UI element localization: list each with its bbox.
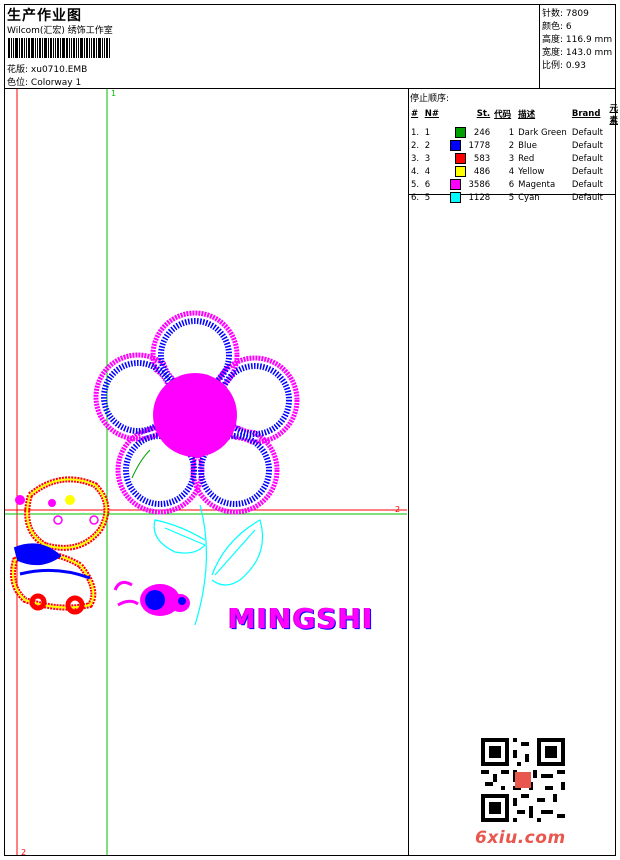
axis-label-bottom: 2	[21, 848, 26, 857]
design-canvas: 1 2 2	[5, 89, 407, 857]
axis-label-right: 2	[395, 505, 400, 514]
watermark-site: 6xiu.com	[475, 828, 566, 848]
cartoon-character	[10, 476, 110, 615]
small-bug	[113, 580, 190, 616]
flower-center	[153, 373, 237, 457]
design-text-mingshi: MINGSHI	[228, 602, 374, 635]
axis-label-top: 1	[111, 89, 116, 98]
qr-code-icon	[481, 738, 565, 822]
